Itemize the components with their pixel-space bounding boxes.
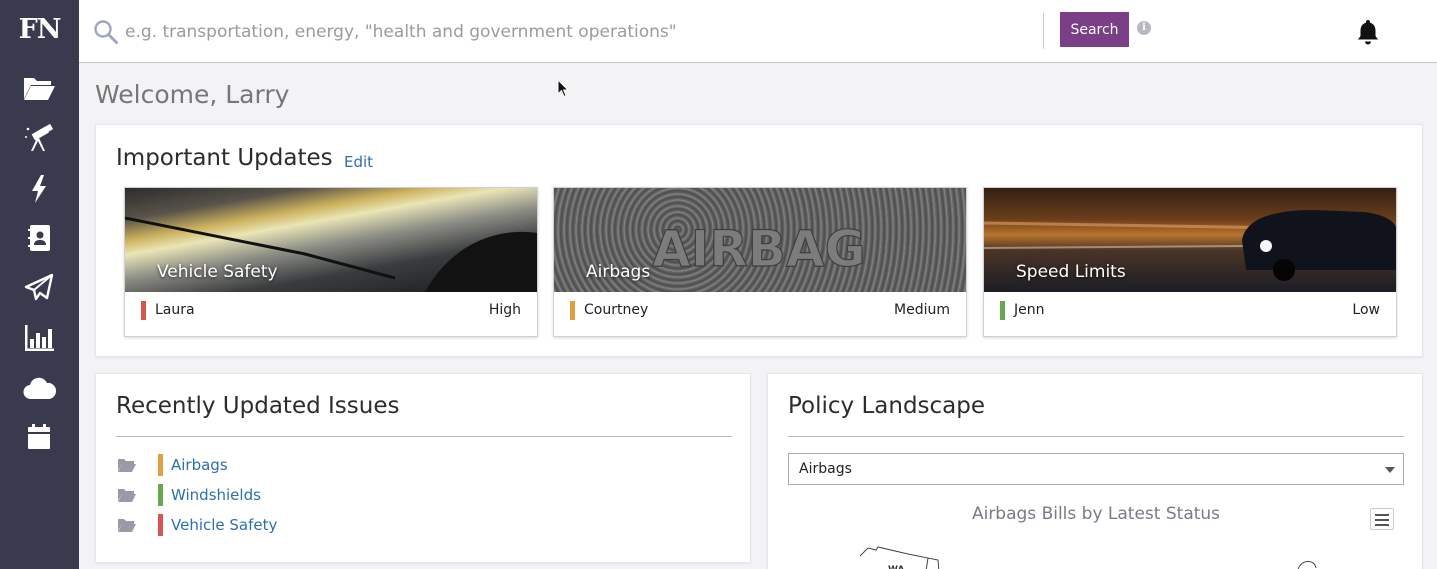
recent-issues-title: Recently Updated Issues [116, 393, 400, 419]
search-icon [94, 20, 118, 44]
cloud-icon[interactable] [19, 371, 59, 405]
contacts-book-icon[interactable] [19, 221, 59, 255]
card-title: Airbags [586, 262, 651, 282]
card-title: Vehicle Safety [157, 262, 278, 282]
card-owner: Laura [155, 302, 195, 318]
divider [116, 436, 732, 437]
policy-landscape-panel: Policy Landscape Airbags Airbags Bills b… [767, 373, 1423, 569]
bell-icon[interactable] [1355, 18, 1381, 46]
priority-indicator [570, 301, 575, 320]
svg-text:AIRBAG: AIRBAG [652, 220, 866, 278]
card-footer: Courtney Medium [554, 292, 966, 336]
card-priority: High [488, 302, 521, 318]
card-title: Speed Limits [1016, 262, 1126, 282]
card-priority: Medium [894, 302, 950, 318]
important-updates-panel: Important Updates Edit Vehicle Safety La… [95, 124, 1423, 357]
chevron-down-icon [1385, 467, 1395, 473]
folder-icon [118, 519, 136, 532]
app-logo[interactable]: FN [0, 14, 79, 45]
card-owner: Courtney [584, 302, 649, 318]
issue-link[interactable]: Vehicle Safety [171, 516, 277, 534]
card-owner: Jenn [1014, 302, 1045, 318]
us-map: WA [859, 546, 1317, 569]
lightning-icon[interactable] [19, 172, 59, 206]
select-value: Airbags [799, 461, 852, 477]
search-button[interactable]: Search [1060, 12, 1129, 47]
issue-select[interactable]: Airbags [788, 453, 1404, 485]
issue-link[interactable]: Airbags [171, 456, 228, 474]
top-bar: Search i [79, 0, 1437, 63]
card-footer: Laura High [125, 292, 537, 336]
folder-open-icon[interactable] [19, 71, 59, 105]
update-card-speed-limits[interactable]: Speed Limits Jenn Low [983, 187, 1397, 337]
card-priority: Low [1352, 302, 1380, 318]
bar-chart-icon[interactable] [19, 321, 59, 355]
card-footer: Jenn Low [984, 292, 1396, 336]
update-card-vehicle-safety[interactable]: Vehicle Safety Laura High [124, 187, 538, 337]
recent-issues-panel: Recently Updated Issues Airbags Windshie… [95, 373, 751, 563]
priority-indicator [1000, 301, 1005, 320]
paper-plane-icon[interactable] [19, 271, 59, 305]
calendar-icon[interactable] [19, 421, 59, 455]
update-card-airbags[interactable]: AIRBAG Airbags Courtney Medium [553, 187, 967, 337]
card-image: Vehicle Safety [125, 188, 537, 292]
telescope-icon[interactable] [19, 121, 59, 155]
priority-indicator [158, 454, 163, 476]
search-input[interactable] [125, 16, 1025, 48]
divider [788, 436, 1404, 437]
important-updates-title: Important Updates [116, 145, 333, 171]
priority-indicator [158, 484, 163, 506]
priority-indicator [141, 301, 146, 320]
sidebar: FN [0, 0, 79, 569]
card-image: AIRBAG Airbags [554, 188, 966, 292]
policy-landscape-title: Policy Landscape [788, 393, 986, 419]
edit-link[interactable]: Edit [344, 153, 373, 171]
chart-menu-button[interactable] [1370, 508, 1394, 530]
folder-icon [118, 459, 136, 472]
search-divider [1043, 13, 1044, 49]
mouse-cursor-icon [557, 79, 569, 98]
card-image: Speed Limits [984, 188, 1396, 292]
folder-icon [118, 489, 136, 502]
info-icon[interactable]: i [1137, 21, 1151, 35]
chart-title: Airbags Bills by Latest Status [971, 504, 1221, 524]
welcome-heading: Welcome, Larry [95, 80, 290, 109]
issue-link[interactable]: Windshields [171, 486, 261, 504]
priority-indicator [158, 514, 163, 536]
state-label: WA [888, 565, 905, 569]
